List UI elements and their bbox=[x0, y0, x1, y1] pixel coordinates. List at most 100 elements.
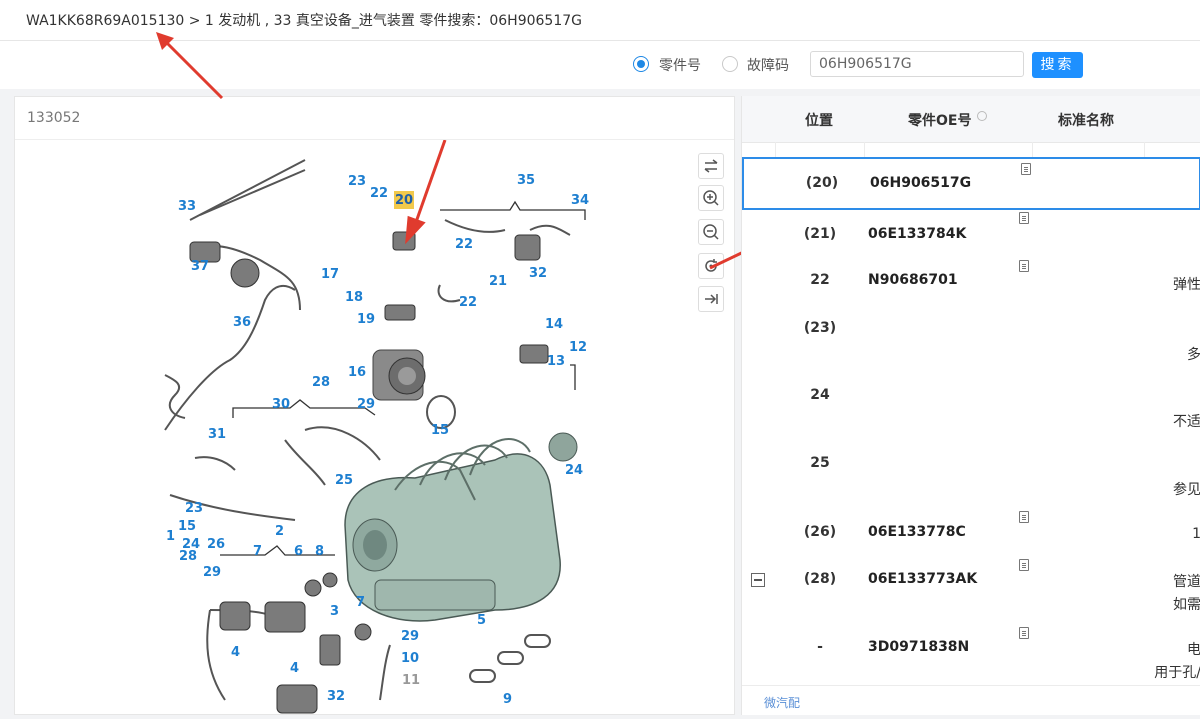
callout-29[interactable]: 29 bbox=[203, 565, 221, 580]
callout-17[interactable]: 17 bbox=[321, 267, 339, 282]
callout-1[interactable]: 1 bbox=[166, 529, 175, 544]
row-oe-number[interactable]: 3D0971838N bbox=[868, 639, 969, 655]
callout-15[interactable]: 15 bbox=[431, 423, 449, 438]
row-standard-name: 管道 bbox=[1173, 574, 1200, 590]
expand-toggle-button[interactable] bbox=[751, 573, 765, 587]
callout-5[interactable]: 5 bbox=[477, 613, 486, 628]
row-oe-number[interactable]: 06E133773AK bbox=[868, 571, 977, 587]
callout-4[interactable]: 4 bbox=[290, 661, 299, 676]
callout-14[interactable]: 14 bbox=[545, 317, 563, 332]
callout-19[interactable]: 19 bbox=[357, 312, 375, 327]
breadcrumb: WA1KK68R69A015130 > 1 发动机 , 33 真空设备_进气装置… bbox=[26, 13, 582, 29]
callout-22[interactable]: 22 bbox=[459, 295, 477, 310]
table-row[interactable]: - 3D0971838N 电 用于孔/ bbox=[742, 625, 1200, 686]
callout-23[interactable]: 23 bbox=[348, 174, 366, 189]
row-oe-number[interactable]: 06E133778C bbox=[868, 524, 966, 540]
callout-35[interactable]: 35 bbox=[517, 173, 535, 188]
callout-15[interactable]: 15 bbox=[178, 519, 196, 534]
row-standard-name: 弹性 bbox=[1173, 277, 1200, 293]
table-row[interactable]: (21) 06E133784K bbox=[742, 210, 1200, 259]
row-oe-number[interactable]: N90686701 bbox=[868, 272, 958, 288]
callout-4[interactable]: 4 bbox=[231, 645, 240, 660]
callout-33[interactable]: 33 bbox=[178, 199, 196, 214]
callout-18[interactable]: 18 bbox=[345, 290, 363, 305]
callout-3[interactable]: 3 bbox=[330, 604, 339, 619]
callout-2[interactable]: 2 bbox=[275, 524, 284, 539]
row-position: 24 bbox=[810, 387, 830, 403]
row-oe-number[interactable]: 06E133784K bbox=[868, 226, 966, 242]
row-standard-name-line2: 如需 bbox=[1173, 597, 1200, 613]
row-position: (28) bbox=[803, 571, 837, 587]
table-row[interactable]: (26) 06E133778C 1 bbox=[742, 509, 1200, 558]
document-icon[interactable] bbox=[1019, 559, 1029, 571]
search-button[interactable]: 搜索 bbox=[1032, 52, 1083, 78]
row-position: (21) bbox=[803, 226, 837, 242]
table-row-selected[interactable]: (20) 06H906517G bbox=[742, 157, 1200, 210]
table-row[interactable]: (28) 06E133773AK 管道 如需 bbox=[742, 557, 1200, 626]
table-row[interactable]: 24 不适 bbox=[742, 373, 1200, 442]
radio-part-number[interactable] bbox=[633, 56, 649, 72]
callout-10[interactable]: 10 bbox=[401, 651, 419, 666]
callout-21[interactable]: 21 bbox=[489, 274, 507, 289]
callout-29[interactable]: 29 bbox=[357, 397, 375, 412]
document-icon[interactable] bbox=[1021, 163, 1031, 175]
document-icon[interactable] bbox=[1019, 511, 1029, 523]
parts-table-header: 位置 零件OE号 标准名称 bbox=[742, 96, 1200, 143]
footer-brand-link[interactable]: 微汽配 bbox=[764, 694, 800, 711]
callout-26[interactable]: 26 bbox=[207, 537, 225, 552]
callout-32[interactable]: 32 bbox=[529, 266, 547, 281]
callout-29[interactable]: 29 bbox=[401, 629, 419, 644]
radio-fault-code[interactable] bbox=[722, 56, 738, 72]
row-position: (23) bbox=[803, 320, 837, 336]
diagram-id: 133052 bbox=[27, 110, 81, 126]
callout-13[interactable]: 13 bbox=[547, 354, 565, 369]
callout-22[interactable]: 22 bbox=[455, 237, 473, 252]
callout-9[interactable]: 9 bbox=[503, 692, 512, 707]
intake-manifold[interactable] bbox=[344, 432, 578, 622]
callout-25[interactable]: 25 bbox=[335, 473, 353, 488]
callout-30[interactable]: 30 bbox=[272, 397, 290, 412]
radio-fault-code-label[interactable]: 故障码 bbox=[747, 55, 789, 75]
callout-31[interactable]: 31 bbox=[208, 427, 226, 442]
callout-37[interactable]: 37 bbox=[191, 259, 209, 274]
diagram-drawing: 332322 203534372232171821221936 1412131628… bbox=[164, 139, 589, 714]
settings-gear-icon[interactable] bbox=[977, 111, 987, 121]
throttle-body[interactable] bbox=[372, 349, 456, 429]
diagram-header: 133052 bbox=[15, 97, 734, 140]
radio-part-number-label[interactable]: 零件号 bbox=[659, 55, 701, 75]
swap-view-button[interactable] bbox=[698, 153, 724, 179]
callout-24[interactable]: 24 bbox=[565, 463, 583, 478]
column-oe-number: 零件OE号 bbox=[908, 113, 972, 129]
collapse-icon bbox=[705, 294, 718, 304]
callout-7[interactable]: 7 bbox=[253, 544, 262, 559]
document-icon[interactable] bbox=[1019, 627, 1029, 639]
callout-20[interactable]: 20 bbox=[395, 193, 413, 208]
callout-12[interactable]: 12 bbox=[569, 340, 587, 355]
part-search-input[interactable] bbox=[810, 51, 1024, 77]
callout-28[interactable]: 28 bbox=[179, 549, 197, 564]
callout-32[interactable]: 32 bbox=[327, 689, 345, 704]
table-row[interactable]: 22 N90686701 弹性 bbox=[742, 258, 1200, 307]
callout-36[interactable]: 36 bbox=[233, 315, 251, 330]
exploded-parts-diagram[interactable]: 33 23 22 20 35 34 37 22 32 17 18 21 22 19 36 14 12 13 16 28… bbox=[15, 139, 734, 715]
table-row[interactable]: (23) 多 bbox=[742, 306, 1200, 374]
callout-28[interactable]: 28 bbox=[312, 375, 330, 390]
callout-6[interactable]: 6 bbox=[294, 544, 303, 559]
table-row[interactable]: 25 参见 bbox=[742, 441, 1200, 510]
document-icon[interactable] bbox=[1019, 260, 1029, 272]
callout-11[interactable]: 11 bbox=[402, 673, 420, 688]
row-standard-name: 不适 bbox=[1173, 414, 1200, 430]
red-arrow-annotations bbox=[405, 139, 447, 245]
callout-34[interactable]: 34 bbox=[571, 193, 589, 208]
callout-8[interactable]: 8 bbox=[315, 544, 324, 559]
row-position: (20) bbox=[805, 175, 839, 191]
callout-22[interactable]: 22 bbox=[370, 186, 388, 201]
row-standard-name-line2: 用于孔/ bbox=[1154, 665, 1200, 681]
callout-7[interactable]: 7 bbox=[356, 595, 365, 610]
row-oe-number[interactable]: 06H906517G bbox=[870, 175, 971, 191]
callout-16[interactable]: 16 bbox=[348, 365, 366, 380]
collapse-panel-button[interactable] bbox=[698, 286, 724, 312]
callout-23[interactable]: 23 bbox=[185, 501, 203, 516]
document-icon[interactable] bbox=[1019, 212, 1029, 224]
parts-table-panel: 位置 零件OE号 标准名称 (20) 06H906517G (21) 06E13… bbox=[741, 96, 1200, 715]
